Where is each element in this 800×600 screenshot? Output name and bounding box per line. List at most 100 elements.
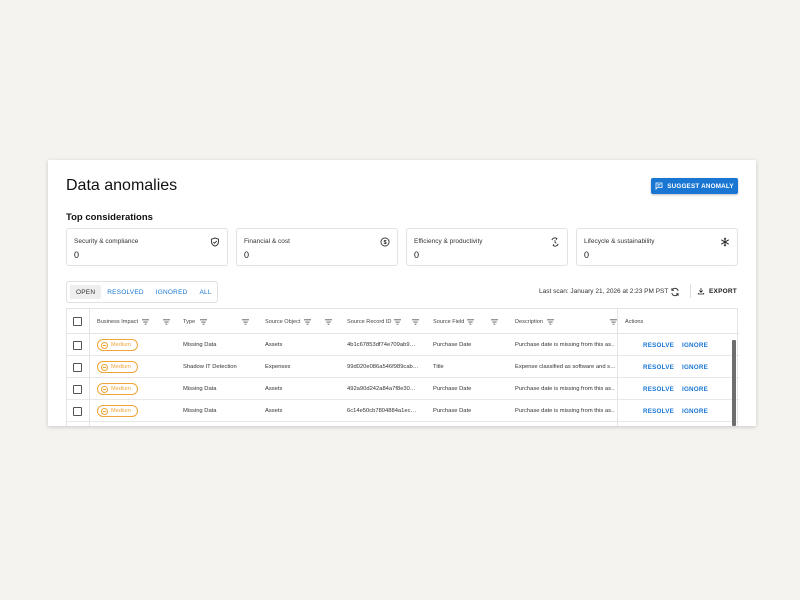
row-checkbox-cell: [73, 356, 82, 378]
kpi-lifecycle-sustainability[interactable]: Lifecycle & sustainability 0: [576, 228, 738, 266]
col-source-object[interactable]: Source Object: [265, 309, 345, 334]
col-source-field[interactable]: Source Field: [433, 309, 513, 334]
col-label: Business Impact: [97, 318, 139, 325]
impact-label: Medium: [111, 386, 131, 392]
kpi-security-compliance[interactable]: Security & compliance 0: [66, 228, 228, 266]
impact-label: Medium: [111, 408, 131, 414]
record-id-cell: 492a90d242a84a7f8e30…: [347, 386, 416, 392]
row-checkbox[interactable]: [73, 340, 82, 350]
table-row[interactable]: Medium Shadow IT Detection Expenses 99d0…: [67, 356, 739, 378]
kpi-label: Efficiency & productivity: [414, 238, 483, 245]
sort-icon[interactable]: [467, 319, 474, 325]
column-menu-icon[interactable]: [610, 319, 617, 325]
row-checkbox-cell: [73, 400, 82, 422]
source-field-cell: Purchase Date: [433, 342, 472, 348]
export-button[interactable]: EXPORT: [697, 287, 737, 295]
download-icon: [697, 288, 705, 295]
filter-all[interactable]: ALL: [194, 285, 218, 299]
filter-resolved[interactable]: RESOLVED: [101, 285, 150, 299]
refresh-icon[interactable]: [670, 287, 680, 297]
kpi-value: 0: [584, 250, 590, 260]
impact-label: Medium: [111, 364, 131, 370]
kpi-efficiency-productivity[interactable]: Efficiency & productivity 0: [406, 228, 568, 266]
impact-badge: Medium: [97, 339, 138, 351]
sort-icon[interactable]: [547, 319, 554, 325]
row-checkbox[interactable]: [73, 362, 82, 372]
dollar-circle-icon: $: [380, 237, 390, 247]
sort-icon[interactable]: [200, 319, 207, 325]
source-object-cell: Assets: [265, 386, 283, 392]
description-cell: Purchase date is missing from this as…: [515, 408, 615, 414]
kpi-label: Financial & cost: [244, 238, 290, 245]
source-field-cell: Purchase Date: [433, 386, 472, 392]
sort-icon[interactable]: [304, 319, 311, 325]
column-menu-icon[interactable]: [412, 319, 419, 325]
snowflake-icon: [721, 237, 729, 247]
select-all-cell: [73, 309, 82, 334]
col-type[interactable]: Type: [183, 309, 263, 334]
sort-icon[interactable]: [394, 319, 401, 325]
col-label: Actions: [625, 318, 644, 325]
col-description[interactable]: Description: [515, 309, 619, 334]
row-checkbox[interactable]: [73, 406, 82, 416]
suggest-anomaly-button[interactable]: SUGGEST ANOMALY: [651, 178, 738, 194]
anomalies-table: Business Impact Type Source Object Sourc…: [66, 308, 739, 426]
minus-circle-icon: [101, 363, 108, 371]
impact-badge: Medium: [97, 383, 138, 395]
minus-circle-icon: [101, 407, 108, 415]
impact-cell: Medium: [97, 378, 138, 400]
suggest-anomaly-label: SUGGEST ANOMALY: [667, 182, 734, 190]
source-field-cell: Title: [433, 364, 444, 370]
col-business-impact[interactable]: Business Impact: [97, 309, 177, 334]
ignore-button[interactable]: IGNORE: [682, 334, 708, 356]
type-cell: Missing Data: [183, 408, 217, 414]
kpi-label: Security & compliance: [74, 238, 139, 245]
minus-circle-icon: [101, 341, 108, 349]
col-label: Type: [183, 318, 196, 325]
status-filter: OPEN RESOLVED IGNORED ALL: [66, 281, 218, 303]
resolve-button[interactable]: RESOLVE: [643, 334, 674, 356]
impact-badge: Medium: [97, 361, 138, 373]
table-row[interactable]: Medium Missing Data Assets 6c14e50cb7804…: [67, 400, 739, 422]
type-cell: Shadow IT Detection: [183, 364, 237, 370]
kpi-financial-cost[interactable]: Financial & cost 0 $: [236, 228, 398, 266]
resolve-button[interactable]: RESOLVE: [643, 356, 674, 378]
ignore-button[interactable]: IGNORE: [682, 378, 708, 400]
export-label: EXPORT: [709, 287, 737, 295]
resolve-button[interactable]: RESOLVE: [643, 378, 674, 400]
select-all-checkbox[interactable]: [73, 317, 82, 326]
resolve-button[interactable]: RESOLVE: [643, 400, 674, 422]
column-menu-icon[interactable]: [325, 319, 332, 325]
source-object-cell: Assets: [265, 408, 283, 414]
table-header: Business Impact Type Source Object Sourc…: [67, 309, 739, 334]
minus-circle-icon: [101, 385, 108, 393]
description-cell: Purchase date is missing from this as…: [515, 342, 615, 348]
description-cell: Purchase date is missing from this as…: [515, 386, 615, 392]
table-row[interactable]: Medium Missing Data Assets 492a90d242a84…: [67, 378, 739, 400]
column-menu-icon[interactable]: [242, 319, 249, 325]
table-scrollbar[interactable]: [732, 340, 736, 426]
efficiency-icon: [551, 237, 559, 247]
kpi-label: Lifecycle & sustainability: [584, 238, 655, 245]
record-id-cell: 99d020e086a546f989cab…: [347, 364, 419, 370]
column-menu-icon[interactable]: [491, 319, 498, 325]
impact-badge: Medium: [97, 405, 138, 417]
col-actions: Actions: [625, 309, 725, 334]
considerations-heading: Top considerations: [66, 212, 153, 223]
comment-icon: [655, 182, 663, 190]
table-row[interactable]: Medium Missing Data Assets 4b1c67853df74…: [67, 334, 739, 356]
toolbar-divider: [690, 284, 691, 298]
col-source-record-id[interactable]: Source Record ID: [347, 309, 431, 334]
row-checkbox-cell: [73, 378, 82, 400]
col-label: Source Field: [433, 318, 465, 325]
ignore-button[interactable]: IGNORE: [682, 400, 708, 422]
ignore-button[interactable]: IGNORE: [682, 356, 708, 378]
column-menu-icon[interactable]: [163, 319, 170, 325]
shield-check-icon: [211, 237, 219, 247]
filter-open[interactable]: OPEN: [70, 285, 102, 299]
record-id-cell: 6c14e50cb7804884a1ec…: [347, 408, 417, 414]
kpi-value: 0: [244, 250, 250, 260]
sort-icon[interactable]: [142, 319, 149, 325]
filter-ignored[interactable]: IGNORED: [150, 285, 194, 299]
row-checkbox[interactable]: [73, 384, 82, 394]
